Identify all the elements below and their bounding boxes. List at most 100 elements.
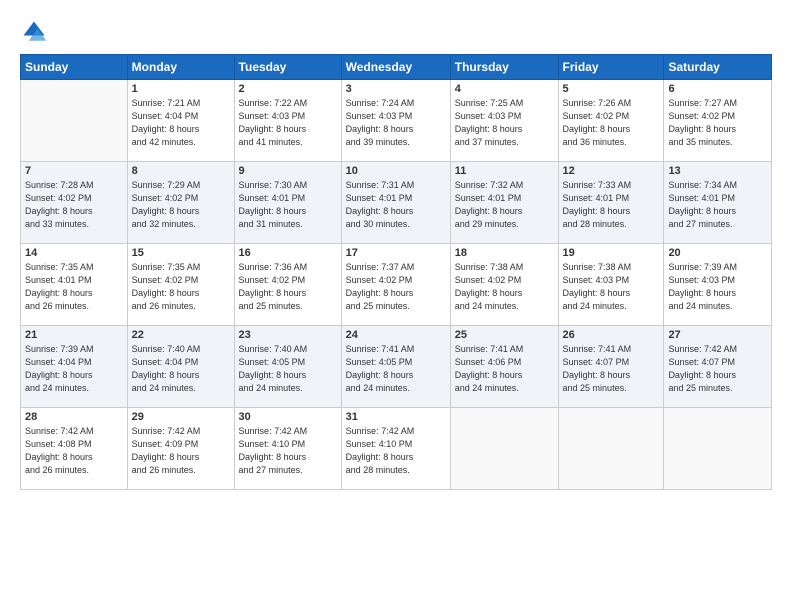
day-info: Sunrise: 7:38 AMSunset: 4:03 PMDaylight:… <box>563 261 660 313</box>
calendar-table: SundayMondayTuesdayWednesdayThursdayFrid… <box>20 54 772 490</box>
calendar-cell: 23 Sunrise: 7:40 AMSunset: 4:05 PMDayligh… <box>234 326 341 408</box>
calendar-cell: 10 Sunrise: 7:31 AMSunset: 4:01 PMDayligh… <box>341 162 450 244</box>
weekday-header-row: SundayMondayTuesdayWednesdayThursdayFrid… <box>21 55 772 80</box>
day-number: 7 <box>25 165 123 177</box>
day-info: Sunrise: 7:22 AMSunset: 4:03 PMDaylight:… <box>239 97 337 149</box>
day-number: 24 <box>346 329 446 341</box>
day-info: Sunrise: 7:42 AMSunset: 4:09 PMDaylight:… <box>132 425 230 477</box>
day-number: 29 <box>132 411 230 423</box>
calendar-cell: 16Sunrise: 7:36 AMSunset: 4:02 PMDayligh… <box>234 244 341 326</box>
day-info: Sunrise: 7:42 AMSunset: 4:07 PMDaylight:… <box>668 343 767 395</box>
day-info: Sunrise: 7:41 AMSunset: 4:07 PMDaylight:… <box>563 343 660 395</box>
day-info: Sunrise: 7:24 AMSunset: 4:03 PMDaylight:… <box>346 97 446 149</box>
calendar-cell: 26 Sunrise: 7:41 AMSunset: 4:07 PMDayligh… <box>558 326 664 408</box>
calendar-cell: 27 Sunrise: 7:42 AMSunset: 4:07 PMDayligh… <box>664 326 772 408</box>
day-number: 4 <box>455 83 554 95</box>
day-info: Sunrise: 7:41 AMSunset: 4:05 PMDaylight:… <box>346 343 446 395</box>
calendar-cell: 21 Sunrise: 7:39 AMSunset: 4:04 PMDayligh… <box>21 326 128 408</box>
calendar-cell: 2 Sunrise: 7:22 AMSunset: 4:03 PMDaylight… <box>234 80 341 162</box>
weekday-header-tuesday: Tuesday <box>234 55 341 80</box>
day-number: 2 <box>239 83 337 95</box>
day-info: Sunrise: 7:40 AMSunset: 4:04 PMDaylight:… <box>132 343 230 395</box>
day-info: Sunrise: 7:29 AMSunset: 4:02 PMDaylight:… <box>132 179 230 231</box>
calendar-week-2: 7 Sunrise: 7:28 AMSunset: 4:02 PMDaylight… <box>21 162 772 244</box>
day-number: 25 <box>455 329 554 341</box>
calendar-cell: 3 Sunrise: 7:24 AMSunset: 4:03 PMDaylight… <box>341 80 450 162</box>
calendar-cell: 9Sunrise: 7:30 AMSunset: 4:01 PMDaylight… <box>234 162 341 244</box>
calendar-cell: 31 Sunrise: 7:42 AMSunset: 4:10 PMDayligh… <box>341 408 450 490</box>
day-info: Sunrise: 7:42 AMSunset: 4:10 PMDaylight:… <box>239 425 337 477</box>
day-info: Sunrise: 7:39 AMSunset: 4:03 PMDaylight:… <box>668 261 767 313</box>
day-number: 13 <box>668 165 767 177</box>
calendar-cell <box>558 408 664 490</box>
day-number: 27 <box>668 329 767 341</box>
day-number: 3 <box>346 83 446 95</box>
calendar-cell: 25 Sunrise: 7:41 AMSunset: 4:06 PMDayligh… <box>450 326 558 408</box>
day-number: 6 <box>668 83 767 95</box>
day-info: Sunrise: 7:31 AMSunset: 4:01 PMDaylight:… <box>346 179 446 231</box>
calendar-page: SundayMondayTuesdayWednesdayThursdayFrid… <box>0 0 792 612</box>
weekday-header-wednesday: Wednesday <box>341 55 450 80</box>
calendar-cell: 24 Sunrise: 7:41 AMSunset: 4:05 PMDayligh… <box>341 326 450 408</box>
calendar-cell <box>450 408 558 490</box>
calendar-week-5: 28 Sunrise: 7:42 AMSunset: 4:08 PMDayligh… <box>21 408 772 490</box>
day-number: 17 <box>346 247 446 259</box>
calendar-cell: 20Sunrise: 7:39 AMSunset: 4:03 PMDayligh… <box>664 244 772 326</box>
day-info: Sunrise: 7:32 AMSunset: 4:01 PMDaylight:… <box>455 179 554 231</box>
header <box>20 18 772 46</box>
calendar-cell: 30 Sunrise: 7:42 AMSunset: 4:10 PMDayligh… <box>234 408 341 490</box>
day-info: Sunrise: 7:42 AMSunset: 4:08 PMDaylight:… <box>25 425 123 477</box>
calendar-cell: 8 Sunrise: 7:29 AMSunset: 4:02 PMDaylight… <box>127 162 234 244</box>
calendar-cell: 11 Sunrise: 7:32 AMSunset: 4:01 PMDayligh… <box>450 162 558 244</box>
calendar-cell: 7 Sunrise: 7:28 AMSunset: 4:02 PMDaylight… <box>21 162 128 244</box>
day-info: Sunrise: 7:33 AMSunset: 4:01 PMDaylight:… <box>563 179 660 231</box>
day-info: Sunrise: 7:25 AMSunset: 4:03 PMDaylight:… <box>455 97 554 149</box>
calendar-cell: 19 Sunrise: 7:38 AMSunset: 4:03 PMDayligh… <box>558 244 664 326</box>
calendar-week-1: 1 Sunrise: 7:21 AMSunset: 4:04 PMDaylight… <box>21 80 772 162</box>
calendar-cell: 5Sunrise: 7:26 AMSunset: 4:02 PMDaylight… <box>558 80 664 162</box>
day-info: Sunrise: 7:34 AMSunset: 4:01 PMDaylight:… <box>668 179 767 231</box>
day-number: 28 <box>25 411 123 423</box>
calendar-cell: 29 Sunrise: 7:42 AMSunset: 4:09 PMDayligh… <box>127 408 234 490</box>
day-info: Sunrise: 7:39 AMSunset: 4:04 PMDaylight:… <box>25 343 123 395</box>
day-number: 23 <box>239 329 337 341</box>
day-info: Sunrise: 7:26 AMSunset: 4:02 PMDaylight:… <box>563 97 660 149</box>
calendar-cell: 28 Sunrise: 7:42 AMSunset: 4:08 PMDayligh… <box>21 408 128 490</box>
calendar-cell: 15Sunrise: 7:35 AMSunset: 4:02 PMDayligh… <box>127 244 234 326</box>
day-number: 10 <box>346 165 446 177</box>
day-info: Sunrise: 7:37 AMSunset: 4:02 PMDaylight:… <box>346 261 446 313</box>
day-number: 21 <box>25 329 123 341</box>
day-info: Sunrise: 7:42 AMSunset: 4:10 PMDaylight:… <box>346 425 446 477</box>
day-number: 30 <box>239 411 337 423</box>
weekday-header-friday: Friday <box>558 55 664 80</box>
day-number: 31 <box>346 411 446 423</box>
day-info: Sunrise: 7:41 AMSunset: 4:06 PMDaylight:… <box>455 343 554 395</box>
calendar-cell: 18Sunrise: 7:38 AMSunset: 4:02 PMDayligh… <box>450 244 558 326</box>
calendar-cell: 12 Sunrise: 7:33 AMSunset: 4:01 PMDayligh… <box>558 162 664 244</box>
calendar-week-4: 21 Sunrise: 7:39 AMSunset: 4:04 PMDayligh… <box>21 326 772 408</box>
calendar-cell: 4 Sunrise: 7:25 AMSunset: 4:03 PMDaylight… <box>450 80 558 162</box>
day-number: 1 <box>132 83 230 95</box>
day-info: Sunrise: 7:40 AMSunset: 4:05 PMDaylight:… <box>239 343 337 395</box>
day-info: Sunrise: 7:38 AMSunset: 4:02 PMDaylight:… <box>455 261 554 313</box>
calendar-cell <box>664 408 772 490</box>
day-number: 8 <box>132 165 230 177</box>
day-number: 16 <box>239 247 337 259</box>
day-info: Sunrise: 7:27 AMSunset: 4:02 PMDaylight:… <box>668 97 767 149</box>
calendar-cell: 6 Sunrise: 7:27 AMSunset: 4:02 PMDaylight… <box>664 80 772 162</box>
day-number: 14 <box>25 247 123 259</box>
calendar-cell <box>21 80 128 162</box>
day-number: 26 <box>563 329 660 341</box>
logo <box>20 18 52 46</box>
day-number: 15 <box>132 247 230 259</box>
day-info: Sunrise: 7:21 AMSunset: 4:04 PMDaylight:… <box>132 97 230 149</box>
day-info: Sunrise: 7:35 AMSunset: 4:01 PMDaylight:… <box>25 261 123 313</box>
day-info: Sunrise: 7:30 AMSunset: 4:01 PMDaylight:… <box>239 179 337 231</box>
day-number: 19 <box>563 247 660 259</box>
weekday-header-thursday: Thursday <box>450 55 558 80</box>
weekday-header-monday: Monday <box>127 55 234 80</box>
day-info: Sunrise: 7:28 AMSunset: 4:02 PMDaylight:… <box>25 179 123 231</box>
day-number: 12 <box>563 165 660 177</box>
day-number: 11 <box>455 165 554 177</box>
calendar-cell: 17 Sunrise: 7:37 AMSunset: 4:02 PMDayligh… <box>341 244 450 326</box>
